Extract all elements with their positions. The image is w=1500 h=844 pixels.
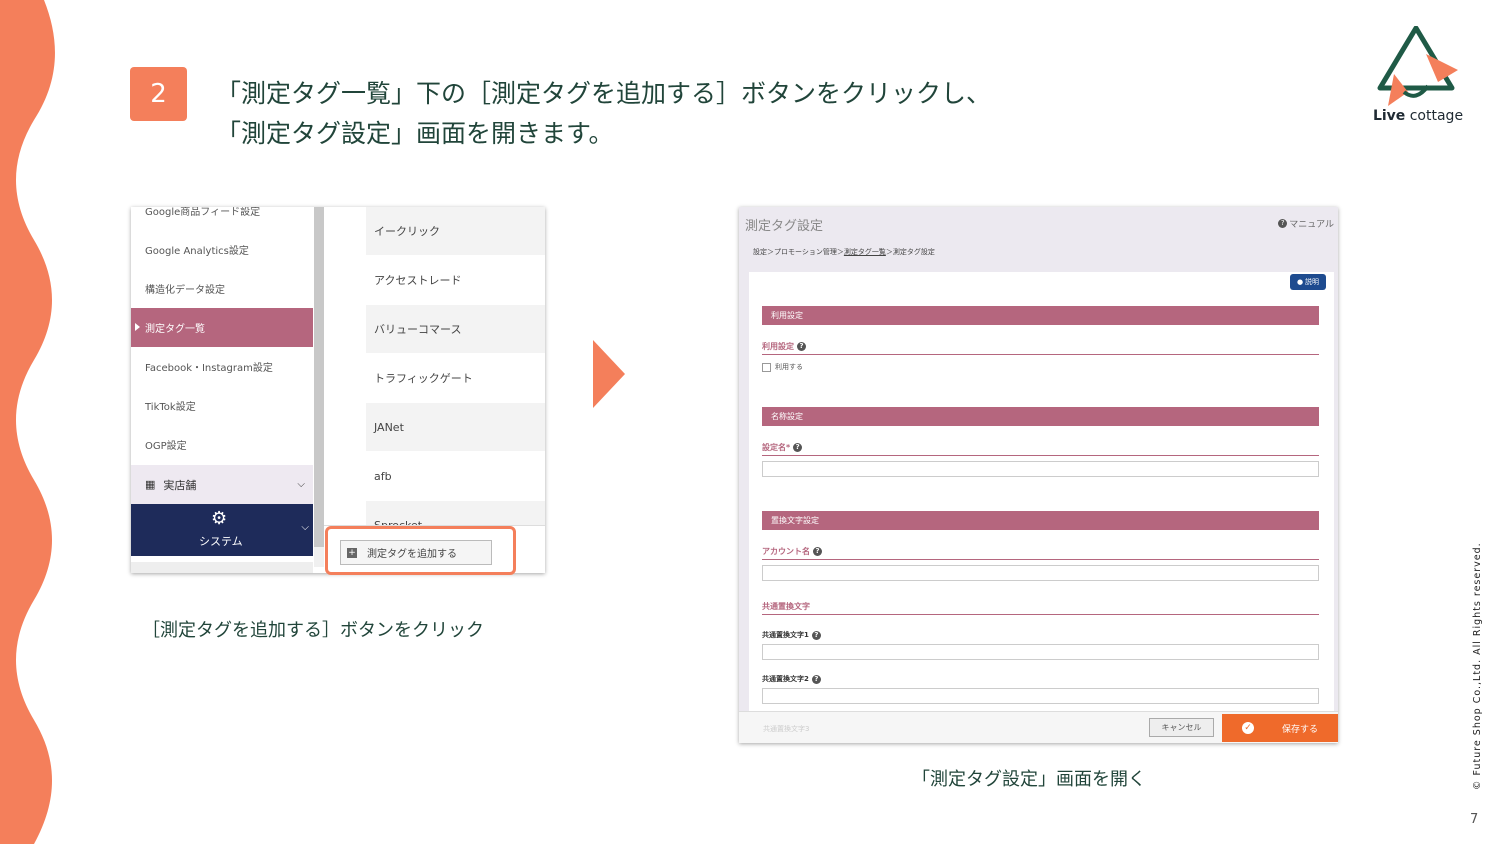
- breadcrumb: 設定＞プロモーション管理＞測定タグ一覧＞測定タグ設定: [753, 247, 935, 257]
- check-icon: ✓: [1241, 722, 1254, 734]
- section-replace: 置換文字設定: [762, 511, 1319, 530]
- sidebar-group-store[interactable]: ▦ 実店舗 ⌵: [131, 465, 313, 504]
- usage-field-label: 利用設定?: [762, 341, 808, 352]
- help-icon[interactable]: ?: [811, 630, 821, 640]
- store-icon: ▦: [145, 478, 156, 491]
- account-name-input[interactable]: [762, 565, 1319, 581]
- setting-name-input[interactable]: [762, 461, 1319, 477]
- explain-button[interactable]: ● 説明: [1290, 274, 1326, 290]
- field-divider: [762, 614, 1319, 615]
- caption-right: 「測定タグ設定」画面を開く: [912, 769, 1146, 790]
- left-screenshot: Google商品フィード設定 Google Analytics設定 構造化データ…: [131, 207, 545, 573]
- field-divider: [762, 559, 1319, 560]
- page-number: 7: [1470, 812, 1479, 827]
- sidebar-item-ogp[interactable]: OGP設定: [131, 425, 313, 464]
- save-label: 保存する: [1281, 724, 1318, 735]
- save-button[interactable]: ✓ 保存する: [1222, 714, 1338, 742]
- list-item[interactable]: afb: [366, 452, 545, 500]
- account-field-label: アカウント名?: [762, 546, 824, 557]
- list-item[interactable]: アクセストレード: [366, 256, 545, 304]
- sidebar: Google商品フィード設定 Google Analytics設定 構造化データ…: [131, 207, 313, 573]
- common1-input[interactable]: [762, 644, 1319, 660]
- sidebar-item-facebook-instagram[interactable]: Facebook・Instagram設定: [131, 347, 313, 386]
- sidebar-item-measurement-tags[interactable]: 測定タグ一覧: [131, 308, 313, 347]
- form-panel: ● 説明 利用設定 利用設定? 利用する 名称設定 設定名*? 置換文字設定 ア…: [749, 272, 1334, 743]
- common3-label: 共通置換文字3: [763, 725, 810, 733]
- lightbulb-icon: ●: [1296, 278, 1304, 286]
- chevron-down-icon: ⌵: [301, 522, 309, 533]
- system-label: システム: [199, 535, 243, 548]
- cancel-button[interactable]: キャンセル: [1149, 718, 1214, 737]
- field-divider: [762, 455, 1319, 456]
- common1-label: 共通置換文字1?: [762, 630, 823, 640]
- help-icon[interactable]: ?: [813, 547, 822, 556]
- help-icon[interactable]: ?: [793, 443, 803, 452]
- page-title: 「測定タグ一覧」下の［測定タグを追加する］ボタンをクリックし、 「測定タグ設定」…: [216, 79, 992, 148]
- sidebar-item-structured-data[interactable]: 構造化データ設定: [131, 269, 313, 308]
- manual-link[interactable]: ? マニュアル: [1278, 217, 1334, 230]
- checkbox-icon[interactable]: [762, 362, 771, 372]
- step-badge: 2: [130, 67, 187, 121]
- screen-title: 測定タグ設定: [745, 219, 824, 234]
- list-item[interactable]: バリューコマース: [366, 305, 545, 353]
- help-icon: ?: [1278, 219, 1288, 228]
- common2-input[interactable]: [762, 688, 1319, 704]
- common-replace-label: 共通置換文字: [762, 602, 810, 611]
- sidebar-item-google-feed[interactable]: Google商品フィード設定: [131, 207, 313, 230]
- sidebar-item-google-analytics[interactable]: Google Analytics設定: [131, 230, 313, 269]
- common2-label: 共通置換文字2?: [762, 674, 823, 684]
- breadcrumb-settings[interactable]: 設定＞プロモーション管理＞: [753, 248, 844, 256]
- horizontal-scrollbar[interactable]: [131, 562, 313, 573]
- list-item[interactable]: トラフィックゲート: [366, 354, 545, 402]
- name-field-label: 設定名*?: [762, 442, 804, 453]
- list-item[interactable]: イークリック: [366, 207, 545, 255]
- decorative-wave: [0, 0, 55, 844]
- field-divider: [762, 354, 1319, 355]
- help-icon[interactable]: ?: [797, 342, 806, 351]
- sidebar-item-tiktok[interactable]: TikTok設定: [131, 386, 313, 425]
- highlight-frame: [325, 526, 516, 575]
- caption-left: ［測定タグを追加する］ボタンをクリック: [142, 620, 484, 641]
- help-icon[interactable]: ?: [811, 674, 821, 684]
- section-naming: 名称設定: [762, 407, 1319, 426]
- usage-checkbox-label: 利用する: [775, 363, 803, 371]
- next-arrow-icon: [593, 340, 625, 408]
- breadcrumb-current: ＞測定タグ設定: [885, 248, 935, 256]
- sidebar-group-system[interactable]: ⚙ システム ⌵: [131, 504, 313, 556]
- store-label: 実店舗: [163, 478, 197, 492]
- manual-label: マニュアル: [1289, 220, 1334, 230]
- chevron-down-icon: ⌵: [297, 479, 305, 490]
- logo-text: Live cottage: [1372, 108, 1464, 124]
- usage-checkbox[interactable]: 利用する: [762, 362, 803, 372]
- list-item[interactable]: JANet: [366, 403, 545, 451]
- right-screenshot: 測定タグ設定 ? マニュアル 設定＞プロモーション管理＞測定タグ一覧＞測定タグ設…: [739, 207, 1338, 743]
- breadcrumb-tag-list[interactable]: 測定タグ一覧: [844, 248, 886, 256]
- scrollbar-track: [314, 547, 324, 567]
- vertical-scrollbar[interactable]: [314, 207, 324, 547]
- explain-label: 説明: [1305, 278, 1320, 286]
- gear-icon: ⚙: [211, 508, 228, 529]
- copyright: © Future Shop Co.,Ltd. All Rights reserv…: [1472, 542, 1483, 790]
- section-usage: 利用設定: [762, 306, 1319, 325]
- form-footer: 共通置換文字3 キャンセル ✓ 保存する: [739, 711, 1338, 743]
